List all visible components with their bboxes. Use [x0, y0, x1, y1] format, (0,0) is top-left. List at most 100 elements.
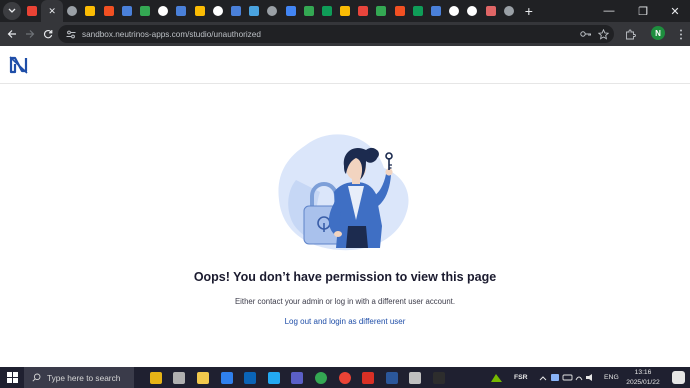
settings-icon — [409, 371, 422, 384]
gmail-icon — [27, 6, 38, 16]
taskbar-app[interactable] — [404, 367, 428, 388]
neutrinos-icon — [431, 6, 442, 16]
extensions-button[interactable] — [621, 25, 639, 43]
drive-icon — [140, 6, 151, 16]
taskbar-app[interactable] — [380, 367, 404, 388]
browser-tab[interactable] — [263, 0, 281, 22]
start-button[interactable] — [0, 367, 24, 388]
taskbar-app[interactable] — [427, 367, 451, 388]
browser-tab[interactable] — [500, 0, 518, 22]
taskbar-app[interactable] — [238, 367, 262, 388]
taskbar-app[interactable] — [168, 367, 192, 388]
browser-tab[interactable] — [191, 0, 209, 22]
tab-search-button[interactable] — [3, 2, 21, 20]
taskbar-app[interactable] — [215, 367, 239, 388]
github-icon — [449, 6, 460, 16]
more-vertical-icon — [680, 29, 682, 39]
bookmark-star-icon[interactable] — [597, 28, 609, 40]
logout-login-link[interactable]: Log out and login as different user — [285, 317, 406, 326]
word-icon — [385, 371, 398, 384]
tray-app-icons[interactable] — [551, 367, 595, 388]
forward-button[interactable] — [21, 25, 39, 43]
search-icon — [32, 373, 41, 382]
browser-tab-strip: ✕ + — [0, 0, 690, 22]
browser-tab[interactable] — [23, 0, 41, 22]
taskbar-search-box[interactable]: Type here to search — [24, 367, 134, 388]
reload-button[interactable] — [39, 25, 57, 43]
password-key-icon[interactable] — [580, 28, 592, 40]
window-minimize-button[interactable]: — — [594, 0, 624, 22]
browser-tab[interactable] — [300, 0, 318, 22]
window-close-button[interactable]: ✕ — [660, 0, 690, 22]
windows-logo-icon — [6, 372, 18, 383]
notifications-icon[interactable] — [672, 371, 685, 384]
browser-tab[interactable] — [81, 0, 99, 22]
browser-tab[interactable] — [227, 0, 245, 22]
back-button[interactable] — [3, 25, 21, 43]
drive-icon — [303, 6, 314, 16]
arrow-left-icon — [7, 30, 16, 38]
app-header — [0, 46, 690, 84]
browser-tab[interactable] — [154, 0, 172, 22]
taskbar-app[interactable] — [309, 367, 333, 388]
gpu-fsr-icon[interactable] — [491, 367, 502, 388]
clock-time: 13:16 — [634, 369, 652, 376]
tray-fsr-label[interactable]: FSR — [514, 367, 528, 388]
browser-tab[interactable] — [372, 0, 390, 22]
site-settings-icon — [66, 30, 76, 38]
page-title: Oops! You don’t have permission to view … — [193, 270, 497, 284]
task-view-icon — [173, 371, 186, 384]
profile-avatar[interactable]: N — [651, 26, 665, 40]
browser-menu-button[interactable] — [672, 25, 690, 43]
taskbar-app[interactable] — [333, 367, 357, 388]
browser-tab[interactable] — [427, 0, 445, 22]
browser-tab[interactable] — [118, 0, 136, 22]
tray-language[interactable]: ENG — [604, 367, 619, 388]
google-icon — [467, 6, 478, 16]
active-tab-close-button[interactable]: ✕ — [41, 0, 64, 22]
unauthorized-illustration — [278, 134, 409, 251]
taskbar-app[interactable] — [191, 367, 215, 388]
google-icon — [212, 6, 223, 16]
browser-tab[interactable] — [391, 0, 409, 22]
sheets-icon — [321, 6, 332, 16]
browser-tab[interactable] — [100, 0, 118, 22]
browser-tab[interactable] — [63, 0, 81, 22]
taskbar-app[interactable] — [144, 367, 168, 388]
browser-tab[interactable] — [482, 0, 500, 22]
browser-tab[interactable] — [463, 0, 481, 22]
browser-tab[interactable] — [136, 0, 154, 22]
browser-tab[interactable] — [445, 0, 463, 22]
puzzle-icon — [625, 29, 636, 39]
drive-icon — [85, 6, 96, 16]
file-explorer-icon — [196, 371, 209, 384]
tab-list: ✕ — [23, 0, 518, 22]
browser-tab[interactable] — [172, 0, 190, 22]
neutrinos-icon — [176, 6, 187, 16]
browser-tab[interactable] — [354, 0, 372, 22]
browser-tab[interactable] — [318, 0, 336, 22]
taskbar-app-list — [144, 367, 451, 388]
browser-tab[interactable] — [281, 0, 299, 22]
address-bar[interactable]: sandbox.neutrinos-apps.com/studio/unauth… — [58, 25, 614, 43]
browser-tab[interactable] — [209, 0, 227, 22]
sheets-icon — [412, 6, 423, 16]
taskbar-app[interactable] — [262, 367, 286, 388]
taskbar-clock[interactable]: 13:16 2025/01/22 — [622, 368, 664, 387]
tray-overflow-chevron-icon[interactable] — [539, 367, 547, 388]
browser-tab[interactable] — [409, 0, 427, 22]
browser-tab[interactable] — [245, 0, 263, 22]
chrome-icon — [338, 371, 351, 384]
chrome-icon — [503, 6, 514, 16]
taskbar-app[interactable] — [356, 367, 380, 388]
neutrinos-logo-icon[interactable] — [8, 55, 30, 75]
browser-tab[interactable] — [336, 0, 354, 22]
taskbar-app[interactable] — [286, 367, 310, 388]
arrow-right-icon — [26, 30, 35, 38]
chrome-icon — [267, 6, 278, 16]
window-restore-button[interactable]: ❐ — [628, 0, 658, 22]
neutrinos-icon — [230, 6, 241, 16]
terminal-icon — [432, 371, 445, 384]
drive-icon — [194, 6, 205, 16]
new-tab-button[interactable]: + — [522, 0, 536, 22]
